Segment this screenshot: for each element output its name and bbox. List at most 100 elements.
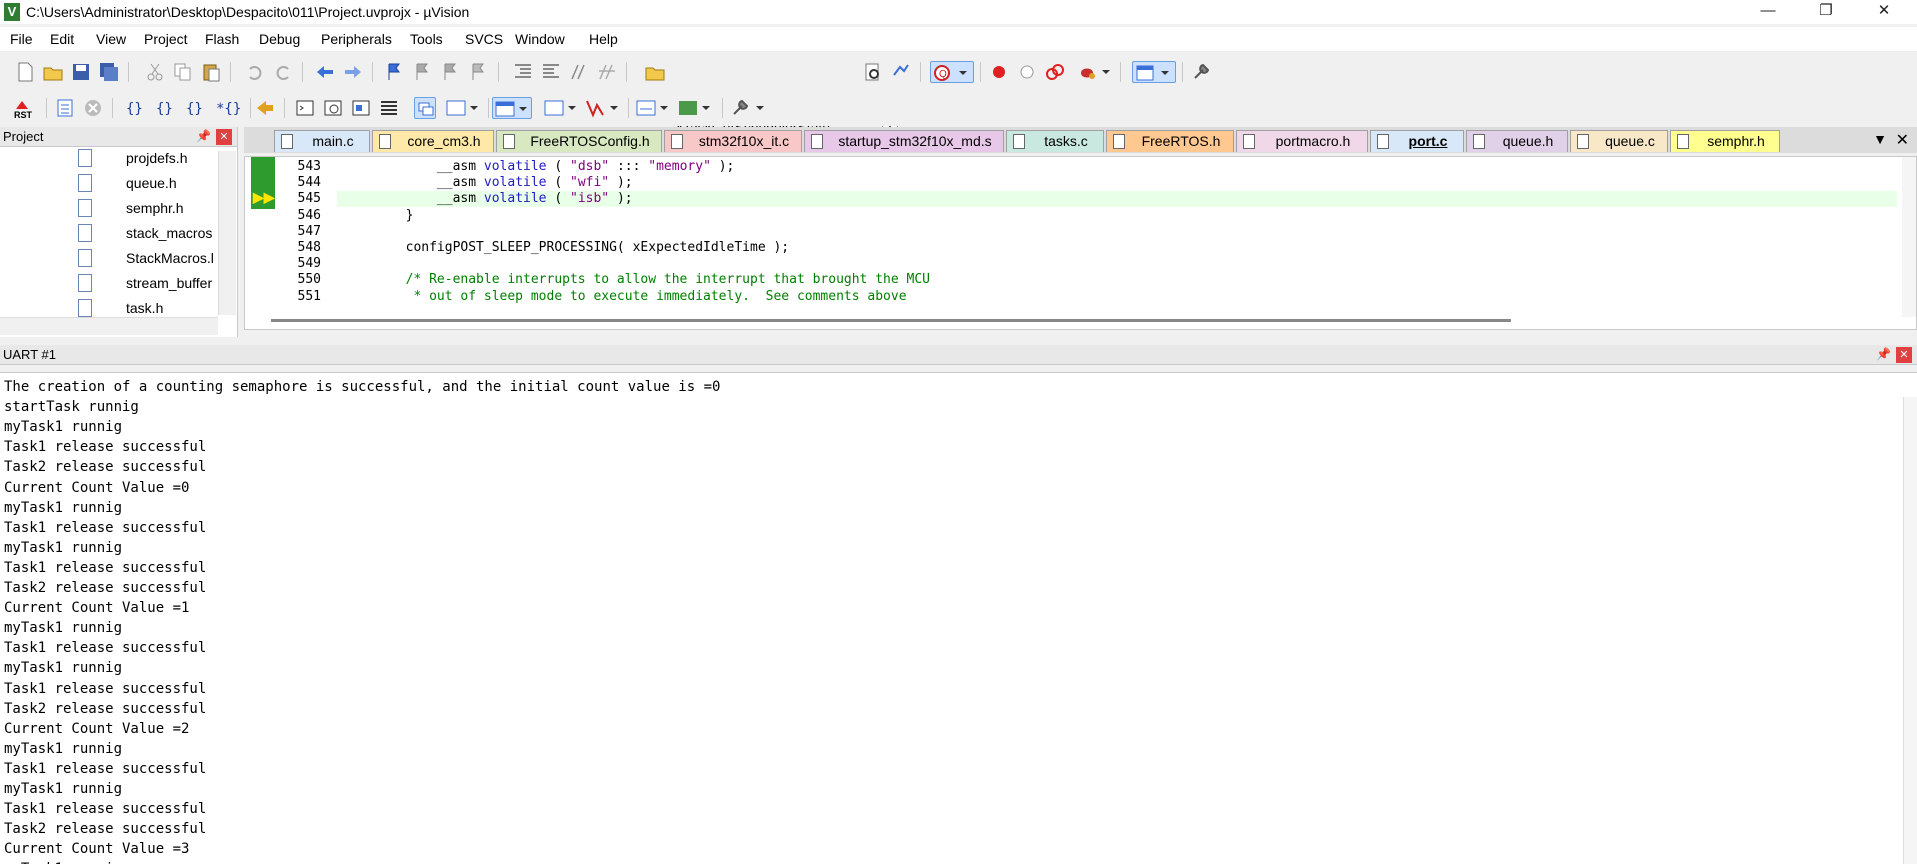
new-file-icon[interactable] bbox=[14, 61, 36, 83]
step-out-icon[interactable]: {} bbox=[184, 97, 206, 119]
menu-help[interactable]: Help bbox=[589, 31, 618, 47]
navigate-back-icon[interactable] bbox=[314, 61, 336, 83]
system-viewer-button[interactable] bbox=[676, 97, 716, 119]
redo-icon[interactable] bbox=[272, 61, 294, 83]
breakpoint-icon[interactable] bbox=[988, 61, 1010, 83]
project-panel-header: Project 📌 ✕ bbox=[0, 127, 237, 147]
uart-output-line: myTask1 runnig bbox=[4, 660, 123, 677]
show-next-statement-icon[interactable] bbox=[254, 97, 276, 119]
tab-port-c[interactable]: port.c bbox=[1370, 130, 1464, 152]
uart-vertical-scrollbar[interactable] bbox=[1903, 397, 1917, 864]
tab-freertosconfig-h[interactable]: FreeRTOSConfig.h bbox=[496, 130, 662, 152]
close-icon[interactable]: ✕ bbox=[1896, 347, 1912, 363]
cut-icon[interactable] bbox=[144, 61, 166, 83]
menu-file[interactable]: File bbox=[10, 31, 33, 47]
tab-main-c[interactable]: main.c bbox=[274, 130, 370, 152]
registers-window-icon[interactable] bbox=[378, 97, 400, 119]
step-over-icon[interactable]: {} bbox=[154, 97, 176, 119]
code-line: * out of sleep mode to execute immediate… bbox=[343, 288, 907, 304]
pin-icon[interactable]: 📌 bbox=[1876, 347, 1891, 361]
uncomment-icon[interactable] bbox=[596, 61, 618, 83]
call-stack-window-icon[interactable] bbox=[414, 97, 436, 119]
navigate-forward-icon[interactable] bbox=[342, 61, 364, 83]
copy-icon[interactable] bbox=[172, 61, 194, 83]
code-editor[interactable]: ▶▶ 543 __asm volatile ( "dsb" ::: "memor… bbox=[244, 156, 1917, 330]
close-tab-icon[interactable]: ✕ bbox=[1896, 130, 1909, 150]
close-icon[interactable]: ✕ bbox=[216, 129, 232, 145]
editor-vertical-scrollbar[interactable] bbox=[1902, 157, 1916, 317]
paste-icon[interactable] bbox=[200, 61, 222, 83]
menu-project[interactable]: Project bbox=[144, 31, 188, 47]
manage-rte-icon[interactable] bbox=[1078, 61, 1114, 83]
uart-panel-header: UART #1 📌 ✕ bbox=[0, 345, 1917, 365]
save-all-icon[interactable] bbox=[98, 61, 120, 83]
tab-freertos-h[interactable]: FreeRTOS.h bbox=[1106, 130, 1234, 152]
disable-breakpoint-icon[interactable] bbox=[1016, 61, 1038, 83]
window-layout-button[interactable] bbox=[1132, 61, 1176, 83]
unindent-icon[interactable] bbox=[540, 61, 562, 83]
menu-svcs[interactable]: SVCS bbox=[465, 31, 503, 47]
tab-stm32f10x-it-c[interactable]: stm32f10x_it.c bbox=[664, 130, 802, 152]
tab-portmacro-h[interactable]: portmacro.h bbox=[1236, 130, 1368, 152]
tab-list-dropdown-icon[interactable]: ▼ bbox=[1873, 131, 1887, 147]
menu-bar: File Edit View Project Flash Debug Perip… bbox=[0, 27, 1917, 51]
menu-edit[interactable]: Edit bbox=[50, 31, 74, 47]
project-horizontal-scrollbar[interactable] bbox=[0, 317, 218, 335]
uart-output-line: Task1 release successful bbox=[4, 519, 207, 536]
indent-icon[interactable] bbox=[512, 61, 534, 83]
tab-queue-h[interactable]: queue.h bbox=[1466, 130, 1568, 152]
close-button[interactable]: ✕ bbox=[1861, 0, 1907, 24]
comment-icon[interactable] bbox=[568, 61, 590, 83]
menu-flash[interactable]: Flash bbox=[205, 31, 239, 47]
prev-bookmark-icon[interactable] bbox=[412, 61, 434, 83]
project-panel-title: Project bbox=[3, 129, 44, 144]
trace-window-button[interactable] bbox=[634, 97, 674, 119]
menu-tools[interactable]: Tools bbox=[410, 31, 443, 47]
bookmark-icon[interactable] bbox=[384, 61, 406, 83]
menu-peripherals[interactable]: Peripherals bbox=[321, 31, 392, 47]
stop-icon[interactable] bbox=[82, 97, 104, 119]
tab-semphr-h[interactable]: semphr.h bbox=[1670, 130, 1780, 152]
uart-output[interactable]: The creation of a counting semaphore is … bbox=[0, 372, 1917, 864]
tab-queue-c[interactable]: queue.c bbox=[1570, 130, 1668, 152]
open-file-icon[interactable] bbox=[42, 61, 64, 83]
tab-startup-stm32f10x-md-s[interactable]: startup_stm32f10x_md.s bbox=[804, 130, 1004, 152]
editor-horizontal-scrollbar[interactable] bbox=[271, 319, 1511, 322]
command-window-icon[interactable] bbox=[294, 97, 316, 119]
maximize-button[interactable]: ❐ bbox=[1803, 0, 1849, 24]
save-icon[interactable] bbox=[70, 61, 92, 83]
incremental-find-icon[interactable] bbox=[890, 61, 912, 83]
disassembly-window-icon[interactable] bbox=[322, 97, 344, 119]
memory-window-button[interactable] bbox=[492, 97, 532, 119]
pin-icon[interactable]: 📌 bbox=[196, 129, 211, 143]
tab-tasks-c[interactable]: tasks.c bbox=[1006, 130, 1104, 152]
serial-window-button[interactable] bbox=[542, 97, 582, 119]
undo-icon[interactable] bbox=[244, 61, 266, 83]
menu-view[interactable]: View bbox=[96, 31, 126, 47]
tab-core-cm3-h[interactable]: core_cm3.h bbox=[372, 130, 494, 152]
project-vertical-scrollbar[interactable] bbox=[218, 151, 236, 315]
run-to-cursor-icon[interactable]: *{} bbox=[214, 97, 242, 119]
menu-debug[interactable]: Debug bbox=[259, 31, 300, 47]
run-icon[interactable] bbox=[54, 97, 76, 119]
uart-output-line: myTask1 runnig bbox=[4, 740, 123, 757]
watch-window-button[interactable] bbox=[444, 97, 484, 119]
file-icon bbox=[281, 134, 293, 149]
next-bookmark-icon[interactable] bbox=[440, 61, 462, 83]
toolbox-button[interactable] bbox=[730, 97, 770, 119]
find-in-files-icon[interactable] bbox=[644, 61, 666, 83]
find-icon[interactable] bbox=[862, 61, 884, 83]
kill-breakpoints-icon[interactable] bbox=[1044, 61, 1066, 83]
reset-icon[interactable]: RST bbox=[12, 97, 38, 120]
debug-session-button[interactable]: Q bbox=[930, 61, 974, 83]
minimize-button[interactable]: — bbox=[1745, 0, 1791, 24]
menu-window[interactable]: Window bbox=[515, 31, 565, 47]
file-icon bbox=[78, 174, 92, 192]
configure-icon[interactable] bbox=[1190, 61, 1212, 83]
step-icon[interactable]: {} bbox=[124, 97, 146, 119]
clear-bookmarks-icon[interactable] bbox=[468, 61, 490, 83]
symbols-window-icon[interactable] bbox=[350, 97, 372, 119]
uart-output-line: Task1 release successful bbox=[4, 801, 207, 818]
svg-text:RST: RST bbox=[14, 110, 33, 119]
analysis-window-button[interactable] bbox=[584, 97, 624, 119]
